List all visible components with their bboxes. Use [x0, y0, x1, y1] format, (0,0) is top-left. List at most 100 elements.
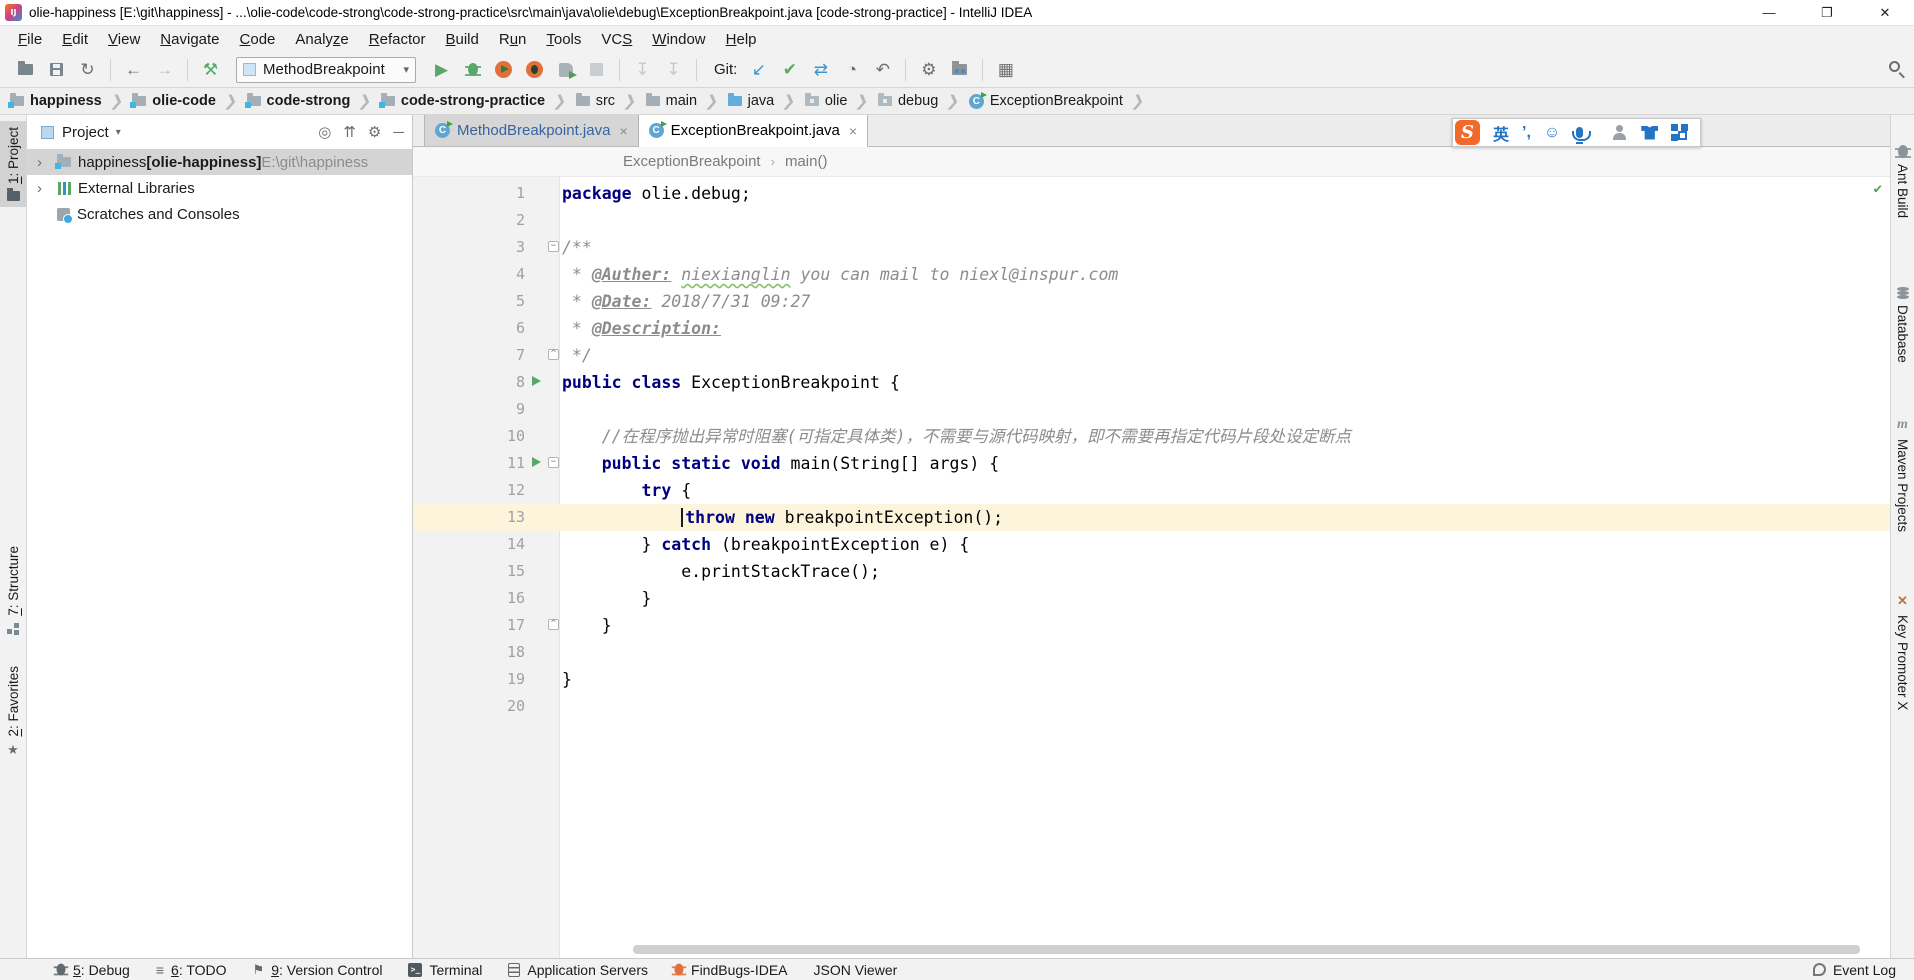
menu-item-navigate[interactable]: Navigate [150, 29, 229, 50]
open-file-icon[interactable] [13, 57, 38, 82]
menu-item-build[interactable]: Build [435, 29, 488, 50]
line-number[interactable]: 5 [413, 288, 525, 315]
ime-person-icon[interactable] [1612, 125, 1628, 140]
code-editor[interactable]: 1package olie.debug;23−/**4 * @Auther: n… [413, 177, 1890, 958]
minimize-button[interactable]: — [1740, 0, 1798, 25]
project-structure-icon[interactable] [947, 57, 972, 82]
line-number[interactable]: 13 [413, 504, 525, 531]
maximize-button[interactable]: ❐ [1798, 0, 1856, 25]
update-disabled-icon[interactable]: ↧ [630, 57, 655, 82]
ime-grid-icon[interactable] [1671, 124, 1688, 141]
menu-item-code[interactable]: Code [230, 29, 286, 50]
code-line-12[interactable]: 12 try { [413, 477, 1890, 504]
breadcrumb-item-olie-code[interactable]: olie-code [132, 93, 216, 109]
code-line-13[interactable]: 13 throw new breakpointException(); [413, 504, 1890, 531]
git-update-icon[interactable]: ↙ [746, 57, 771, 82]
locate-file-icon[interactable]: ◎ [318, 123, 331, 141]
ime-mic-icon[interactable] [1576, 127, 1583, 138]
gutter-icons[interactable] [525, 558, 559, 585]
run-line-icon[interactable] [532, 457, 541, 467]
git-merge-icon[interactable]: ⇄ [808, 57, 833, 82]
tool-button-database[interactable]: Database [1891, 287, 1914, 363]
tab-exceptionbreakpoint-java[interactable]: CExceptionBreakpoint.java× [638, 115, 868, 146]
status-item-json-viewer[interactable]: JSON Viewer [814, 962, 898, 978]
gutter-icons[interactable] [525, 477, 559, 504]
search-everywhere-icon[interactable] [1889, 61, 1900, 72]
status-item-event-log[interactable]: Event Log [1813, 962, 1896, 978]
code-line-18[interactable]: 18 [413, 639, 1890, 666]
line-number[interactable]: 15 [413, 558, 525, 585]
code-line-8[interactable]: 8public class ExceptionBreakpoint { [413, 369, 1890, 396]
forward-icon[interactable]: → [152, 57, 177, 82]
menu-item-edit[interactable]: Edit [52, 29, 98, 50]
breadcrumb-item-exceptionbreakpoint[interactable]: CExceptionBreakpoint [969, 93, 1123, 109]
code-line-15[interactable]: 15 e.printStackTrace(); [413, 558, 1890, 585]
code-line-1[interactable]: 1package olie.debug; [413, 180, 1890, 207]
sogou-logo-icon[interactable]: S [1455, 120, 1480, 145]
line-number[interactable]: 19 [413, 666, 525, 693]
run-icon[interactable]: ▶ [429, 57, 454, 82]
tool-button-key-promoter-x[interactable]: ✕Key Promoter X [1891, 593, 1914, 710]
code-line-5[interactable]: 5 * @Date: 2018/7/31 09:27 [413, 288, 1890, 315]
breadcrumb-item-code-strong[interactable]: code-strong [247, 93, 351, 109]
tab-methodbreakpoint-java[interactable]: CMethodBreakpoint.java× [424, 115, 639, 146]
horizontal-scrollbar[interactable] [633, 945, 1860, 954]
status-item-6-todo[interactable]: ≡6: TODO [156, 962, 227, 978]
gutter-icons[interactable] [525, 180, 559, 207]
line-number[interactable]: 1 [413, 180, 525, 207]
download-disabled-icon[interactable]: ↧ [661, 57, 686, 82]
status-item-5-debug[interactable]: 5: Debug [56, 962, 130, 978]
line-number[interactable]: 12 [413, 477, 525, 504]
ime-punctuation-icon[interactable]: ’, [1522, 124, 1531, 142]
menu-item-help[interactable]: Help [716, 29, 767, 50]
fold-minus-icon[interactable]: − [548, 241, 559, 252]
menu-item-run[interactable]: Run [489, 29, 537, 50]
line-number[interactable]: 7 [413, 342, 525, 369]
gutter-icons[interactable] [525, 207, 559, 234]
fold-minus-icon[interactable]: − [548, 457, 559, 468]
tool-button-1-project[interactable]: 1: Project [0, 121, 26, 207]
gutter-icons[interactable]: − [525, 234, 559, 261]
collapse-all-icon[interactable]: ⇈ [343, 123, 356, 141]
tool-button-2-favorites[interactable]: 2: Favorites★ [0, 660, 26, 762]
close-button[interactable]: ✕ [1856, 0, 1914, 25]
line-number[interactable]: 16 [413, 585, 525, 612]
tool-button-ant-build[interactable]: Ant Build [1891, 145, 1914, 218]
gutter-icons[interactable]: ^ [525, 342, 559, 369]
code-line-14[interactable]: 14 } catch (breakpointException e) { [413, 531, 1890, 558]
panel-settings-icon[interactable]: ⚙ [368, 123, 381, 141]
gutter-icons[interactable] [525, 423, 559, 450]
restore-layout-icon[interactable]: ▦ [993, 57, 1018, 82]
profiler-icon[interactable] [522, 57, 547, 82]
breadcrumb-item-java[interactable]: java [728, 93, 775, 109]
menu-item-view[interactable]: View [98, 29, 150, 50]
breadcrumb-item-main[interactable]: main [646, 93, 697, 109]
code-line-7[interactable]: 7^ */ [413, 342, 1890, 369]
tree-row-happiness[interactable]: ›happiness [olie-happiness] E:\git\happi… [27, 149, 412, 175]
gutter-icons[interactable] [525, 261, 559, 288]
line-number[interactable]: 14 [413, 531, 525, 558]
status-item-terminal[interactable]: >_Terminal [408, 962, 482, 978]
gutter-icons[interactable] [525, 369, 559, 396]
synchronize-icon[interactable]: ↻ [75, 57, 100, 82]
code-line-17[interactable]: 17^ } [413, 612, 1890, 639]
line-number[interactable]: 4 [413, 261, 525, 288]
menu-item-analyze[interactable]: Analyze [285, 29, 358, 50]
line-number[interactable]: 6 [413, 315, 525, 342]
code-line-3[interactable]: 3−/** [413, 234, 1890, 261]
status-item-findbugs-idea[interactable]: FindBugs-IDEA [674, 962, 787, 978]
menu-item-refactor[interactable]: Refactor [359, 29, 436, 50]
gutter-icons[interactable] [525, 288, 559, 315]
breadcrumb-item-olie[interactable]: olie [805, 93, 848, 109]
close-icon[interactable]: × [849, 123, 857, 139]
debug-icon[interactable] [460, 57, 485, 82]
run-configurations-select[interactable]: MethodBreakpoint▾ [236, 57, 416, 83]
wrench-icon[interactable]: ⚙ [916, 57, 941, 82]
close-icon[interactable]: × [619, 123, 627, 139]
breadcrumb-item-happiness[interactable]: happiness [10, 93, 102, 109]
line-number[interactable]: 2 [413, 207, 525, 234]
tree-row-external-libraries[interactable]: ›External Libraries [27, 175, 412, 201]
menu-item-file[interactable]: File [8, 29, 52, 50]
chevron-down-icon[interactable]: ▾ [116, 127, 121, 138]
attach-process-icon[interactable] [553, 57, 578, 82]
